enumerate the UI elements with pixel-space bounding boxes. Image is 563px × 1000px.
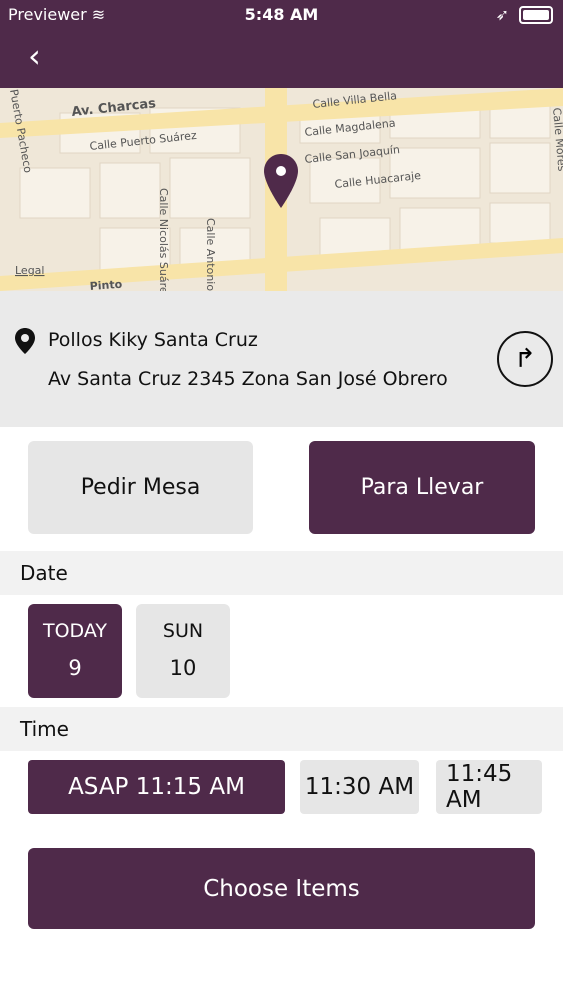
- choose-items-button[interactable]: Choose Items: [28, 848, 535, 929]
- map-label-antonio: Calle Antonio: [204, 218, 217, 291]
- time-section-header: Time: [0, 707, 563, 751]
- status-time: 5:48 AM: [244, 5, 319, 24]
- day-number: 10: [169, 656, 197, 680]
- restaurant-info: Pollos Kiky Santa Cruz Av Santa Cruz 234…: [0, 291, 563, 427]
- day-today-button[interactable]: TODAY 9: [28, 604, 122, 698]
- status-icons: ➶: [496, 5, 553, 24]
- time-label: Time: [20, 717, 69, 741]
- top-header: Previewer ≋ 5:48 AM ➶ ‹: [0, 0, 563, 88]
- back-button[interactable]: ‹: [28, 40, 60, 72]
- chevron-left-icon: ‹: [28, 37, 41, 75]
- map-legal[interactable]: Legal: [15, 264, 44, 277]
- day-number: 9: [68, 656, 82, 680]
- date-section-header: Date: [0, 551, 563, 595]
- para-llevar-button[interactable]: Para Llevar: [309, 441, 535, 534]
- directions-button[interactable]: ↱: [497, 331, 553, 387]
- turn-right-icon: ↱: [514, 344, 536, 374]
- date-label: Date: [20, 561, 68, 585]
- map-label-pinto: Pinto: [89, 278, 123, 291]
- time-1145-button[interactable]: 11:45 AM: [436, 760, 542, 814]
- day-name: TODAY: [43, 620, 107, 642]
- battery-icon: [519, 5, 553, 24]
- time-1130-button[interactable]: 11:30 AM: [300, 760, 419, 814]
- day-sun-button[interactable]: SUN 10: [136, 604, 230, 698]
- time-asap-button[interactable]: ASAP 11:15 AM: [28, 760, 285, 814]
- day-name: SUN: [162, 620, 204, 642]
- location-arrow-icon: ➶: [495, 5, 509, 24]
- restaurant-address: Av Santa Cruz 2345 Zona San José Obrero: [48, 368, 448, 390]
- status-bar: Previewer ≋ 5:48 AM ➶: [0, 0, 563, 30]
- map-pin-icon[interactable]: [262, 152, 300, 212]
- pedir-mesa-button[interactable]: Pedir Mesa: [28, 441, 253, 534]
- location-pin-icon: [15, 328, 35, 354]
- restaurant-name: Pollos Kiky Santa Cruz: [48, 329, 258, 351]
- map-label-nicolas-suarez: Calle Nicolás Suárez: [157, 188, 170, 291]
